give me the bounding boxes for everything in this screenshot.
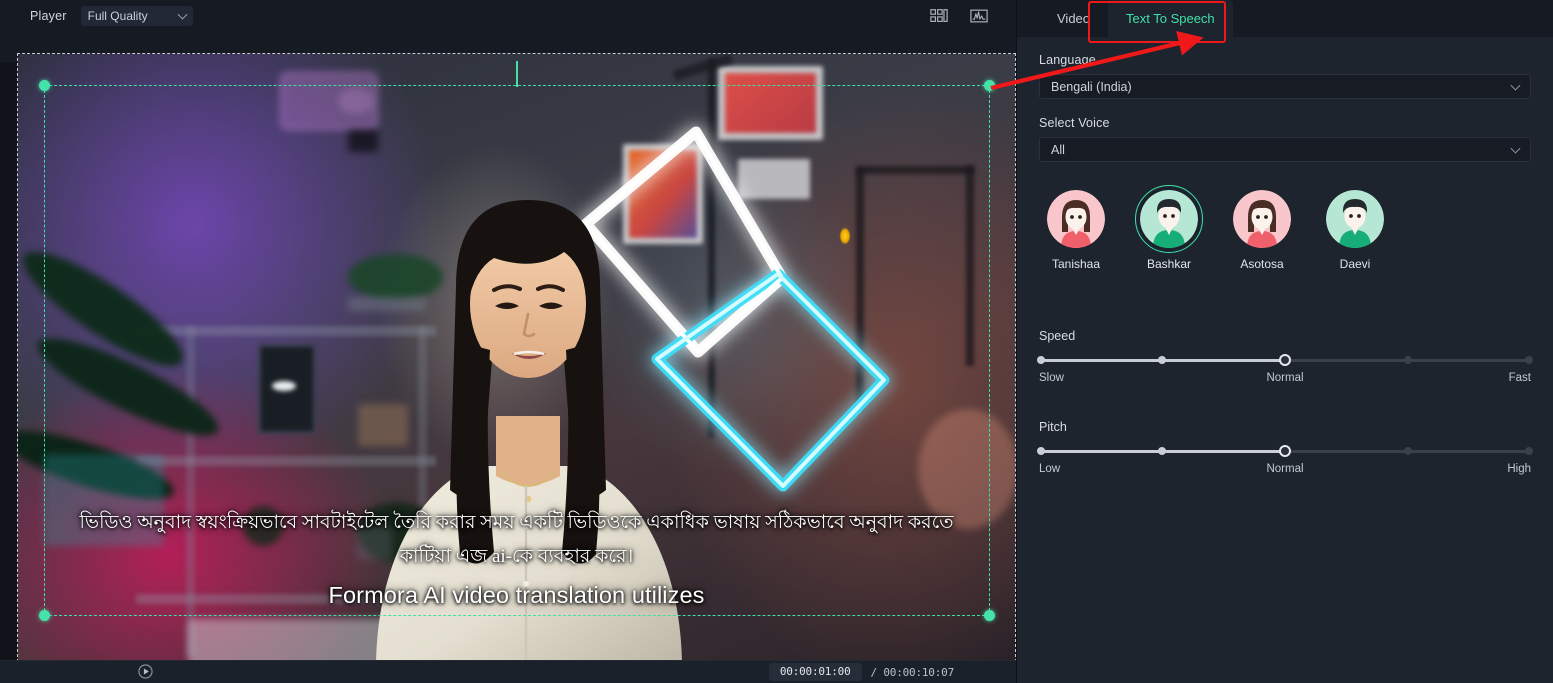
properties-body: Language Bengali (India) Select Voice Al… xyxy=(1017,37,1553,477)
total-timecode: / 00:00:10:07 xyxy=(870,665,955,679)
right-furniture-blur xyxy=(918,409,1015,529)
pitch-title: Pitch xyxy=(1039,420,1067,434)
background-monitor-glow xyxy=(44,454,164,546)
properties-pane: Video Text To Speech Language Bengali (I… xyxy=(1016,0,1553,683)
play-icon[interactable] xyxy=(138,664,153,679)
shelf-plant-small xyxy=(243,506,283,546)
pitch-scale: Low Normal High xyxy=(1039,463,1531,477)
voice-name-bashkar: Bashkar xyxy=(1146,257,1192,271)
pitch-slider-block: Pitch Low Normal High xyxy=(1037,420,1533,477)
avatar-asotosa xyxy=(1233,190,1291,248)
properties-tabbar: Video Text To Speech xyxy=(1017,0,1553,37)
speed-tick-0[interactable] xyxy=(1037,356,1046,364)
speed-title: Speed xyxy=(1039,329,1076,343)
video-canvas-frame: ভিডিও অনুবাদ স্বয়ংক্রিয়ভাবে সাবটাইটেল … xyxy=(17,53,1016,662)
avatar-bashkar xyxy=(1135,185,1203,253)
tab-text-to-speech[interactable]: Text To Speech xyxy=(1108,0,1233,37)
male-avatar-icon xyxy=(1326,190,1384,248)
male-avatar-icon xyxy=(1140,190,1198,248)
video-frame-image: ভিডিও অনুবাদ স্বয়ংক্রিয়ভাবে সাবটাইটেল … xyxy=(18,54,1015,661)
current-timecode[interactable]: 00:00:01:00 xyxy=(768,663,862,681)
chevron-down-icon xyxy=(177,9,188,20)
select-voice-label: Select Voice xyxy=(1039,116,1110,130)
player-toolbar-icons xyxy=(930,8,1004,24)
tab-text-to-speech-label: Text To Speech xyxy=(1126,11,1215,26)
pitch-tick-3[interactable] xyxy=(1404,447,1412,455)
female-avatar-icon xyxy=(1233,190,1291,248)
speed-min-label: Slow xyxy=(1039,372,1064,384)
voice-option-daevi[interactable]: Daevi xyxy=(1326,190,1384,271)
voice-name-tanishaa: Tanishaa xyxy=(1051,257,1101,271)
player-toolbar: Player Full Quality xyxy=(0,0,1016,31)
tab-video-label: Video xyxy=(1057,11,1091,26)
player-transport-bar: 00:00:01:00 / 00:00:10:07 xyxy=(0,660,1016,683)
light-stand-pole xyxy=(708,58,715,438)
speed-max-label: Fast xyxy=(1508,372,1531,384)
presenter-figure xyxy=(376,200,682,661)
pitch-max-label: High xyxy=(1507,463,1531,475)
timecode-display: 00:00:01:00 / 00:00:10:07 xyxy=(768,663,955,681)
stage-left-gutter xyxy=(0,62,17,683)
speed-tick-1[interactable] xyxy=(1158,356,1166,364)
wall-picture-right xyxy=(738,159,810,199)
speed-slider-block: Speed Slow Normal Fast xyxy=(1037,329,1533,386)
wall-heart-inner xyxy=(338,88,374,114)
speed-mid-label: Normal xyxy=(1266,372,1304,384)
floor-lamp-pole xyxy=(856,169,864,409)
pitch-tick-0[interactable] xyxy=(1037,447,1046,455)
pitch-slider[interactable] xyxy=(1037,445,1533,457)
player-pane: Player Full Quality ভিডিও অনুবাদ স্বয়ংক… xyxy=(0,0,1016,683)
pitch-tick-4[interactable] xyxy=(1524,447,1533,455)
selection-center-guide xyxy=(516,61,518,87)
transport-controls xyxy=(138,664,153,679)
voice-name-daevi: Daevi xyxy=(1339,257,1371,271)
chevron-down-icon xyxy=(1510,143,1521,154)
waveform-scope-icon[interactable] xyxy=(970,8,988,24)
video-stage: ভিডিও অনুবাদ স্বয়ংক্রিয়ভাবে সাবটাইটেল … xyxy=(0,31,1016,683)
select-voice-value: All xyxy=(1051,142,1065,157)
shelf-post-left xyxy=(186,326,195,656)
pitch-slider-thumb[interactable] xyxy=(1279,445,1291,457)
floor-lamp-bar xyxy=(856,166,974,174)
speed-scale: Slow Normal Fast xyxy=(1039,372,1531,386)
pitch-mid-label: Normal xyxy=(1266,463,1304,475)
avatar-tanishaa xyxy=(1047,190,1105,248)
voice-option-asotosa[interactable]: Asotosa xyxy=(1233,190,1291,271)
voice-sliders: Speed Slow Normal Fast Pitch Low Normal … xyxy=(1037,329,1533,477)
select-voice-dropdown[interactable]: All xyxy=(1039,137,1531,162)
voice-list: Tanishaa Bashkar Asotosa Daevi xyxy=(1047,185,1531,271)
chevron-down-icon xyxy=(1510,80,1521,91)
speed-slider[interactable] xyxy=(1037,354,1533,366)
shelf-framed-photo xyxy=(258,344,316,434)
voice-name-asotosa: Asotosa xyxy=(1240,257,1284,271)
quality-select-value: Full Quality xyxy=(87,8,148,23)
pitch-tick-1[interactable] xyxy=(1158,447,1166,455)
layout-grid-icon[interactable] xyxy=(930,8,948,24)
shelf-speaker xyxy=(348,130,378,152)
language-value: Bengali (India) xyxy=(1051,79,1132,94)
speed-tick-4[interactable] xyxy=(1524,356,1533,364)
female-avatar-icon xyxy=(1047,190,1105,248)
player-label: Player xyxy=(30,8,67,23)
voice-option-tanishaa[interactable]: Tanishaa xyxy=(1047,190,1105,271)
avatar-daevi xyxy=(1326,190,1384,248)
speed-slider-thumb[interactable] xyxy=(1279,354,1291,366)
language-label: Language xyxy=(1039,53,1096,67)
voice-option-bashkar[interactable]: Bashkar xyxy=(1135,185,1203,271)
speed-tick-3[interactable] xyxy=(1404,356,1412,364)
tab-video[interactable]: Video xyxy=(1039,0,1108,37)
wall-picture-upper xyxy=(718,66,823,140)
floor-lamp-pole-2 xyxy=(966,166,974,366)
pitch-min-label: Low xyxy=(1039,463,1061,475)
language-dropdown[interactable]: Bengali (India) xyxy=(1039,74,1531,99)
quality-select[interactable]: Full Quality xyxy=(80,5,193,26)
